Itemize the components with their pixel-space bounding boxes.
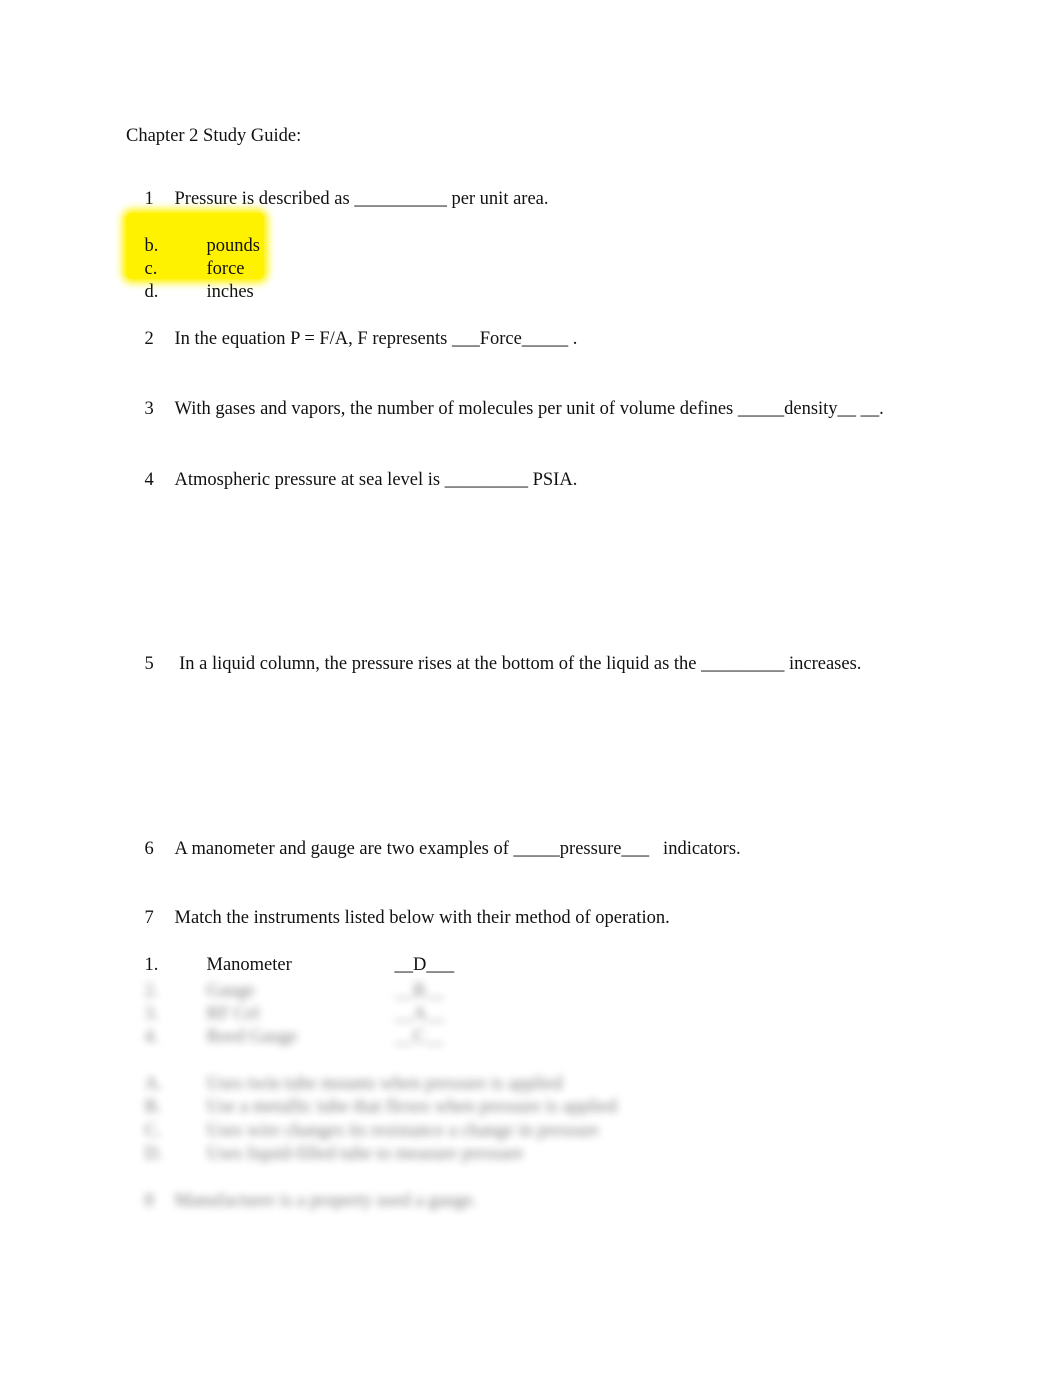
question-text: In a liquid column, the pressure rises a… xyxy=(174,654,862,674)
question-8: 8 Manufacturer is a property used a gauge… xyxy=(126,1168,478,1234)
question-2: 2 In the equation P = F/A, F represents _… xyxy=(126,306,578,372)
method-label: D. xyxy=(144,1144,163,1164)
question-number: 7 xyxy=(144,908,154,928)
question-3: 3 With gases and vapors, the number of mo… xyxy=(126,376,884,442)
faint-artifact xyxy=(120,790,240,796)
answer-shadow xyxy=(735,390,910,400)
question-text: Match the instruments listed below with … xyxy=(174,908,670,928)
question-text: With gases and vapors, the number of mol… xyxy=(174,399,884,419)
option-label: d. xyxy=(144,282,159,302)
option-text: inches xyxy=(206,282,254,302)
question-number: 8 xyxy=(144,1191,154,1211)
instrument-name: Reed Gauge xyxy=(206,1027,298,1047)
question-6: 6 A manometer and gauge are two examples … xyxy=(126,816,741,882)
question-text: Manufacturer is a property used a gauge. xyxy=(174,1191,478,1211)
question-number: 6 xyxy=(144,839,154,859)
question-text: Atmospheric pressure at sea level is ___… xyxy=(174,470,578,490)
question-4: 4 Atmospheric pressure at sea level is __… xyxy=(126,447,578,513)
question-number: 3 xyxy=(144,399,154,419)
answer-shadow xyxy=(440,322,565,332)
instrument-answer: __C__ xyxy=(394,1027,444,1047)
instrument-label: 4. xyxy=(144,1027,159,1047)
document-title: Chapter 2 Study Guide: xyxy=(126,126,302,146)
question-text: In the equation P = F/A, F represents __… xyxy=(174,329,578,349)
method-text: Uses liquid-filled tube to measure press… xyxy=(206,1144,524,1164)
question-number: 2 xyxy=(144,329,154,349)
question-text: A manometer and gauge are two examples o… xyxy=(174,839,741,859)
answer-shadow xyxy=(505,832,660,842)
question-number: 4 xyxy=(144,470,154,490)
question-5: 5 In a liquid column, the pressure rises… xyxy=(126,631,862,697)
question-number: 5 xyxy=(144,654,154,674)
